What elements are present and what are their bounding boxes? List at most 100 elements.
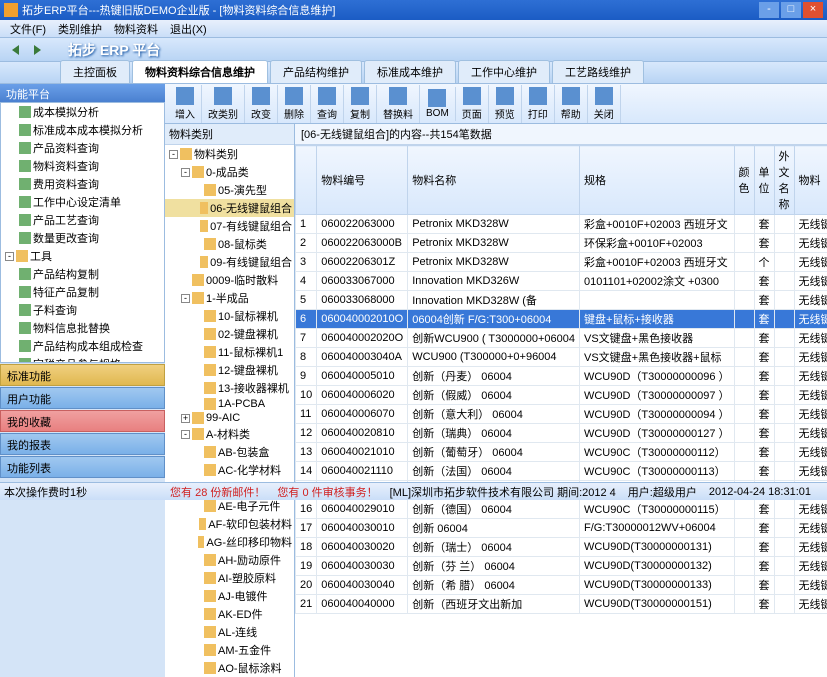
category-node[interactable]: +99-AIC [165,411,294,425]
category-node[interactable]: AF-软印包装材料 [165,515,294,533]
category-node[interactable]: AH-励动原件 [165,551,294,569]
tree-node[interactable]: 费用资料查询 [1,175,164,193]
side-tab[interactable]: 我的报表 [0,433,165,455]
table-row[interactable]: 11060040006070创新（意大利） 06004WCU90D（T30000… [296,405,827,424]
toolbar-button[interactable]: 关闭 [588,85,621,123]
tree-node[interactable]: 子料查询 [1,301,164,319]
menu-item[interactable]: 类别维护 [52,21,108,37]
table-row[interactable]: 12060040020810创新（瑞典） 06004WCU90D（T300000… [296,424,827,443]
menu-item[interactable]: 文件(F) [4,21,52,37]
tab[interactable]: 工艺路线维护 [552,60,644,83]
table-row[interactable]: 10060040006020创新（假威） 06004WCU90D（T300000… [296,386,827,405]
function-tree[interactable]: 成本模拟分析标准成本成本模拟分析产品资料查询物料资料查询费用资料查询工作中心设定… [0,102,165,363]
column-header[interactable]: 物料编号 [317,146,408,215]
table-row[interactable]: 1060022063000Petronix MKD328W彩盒+0010F+02… [296,215,827,234]
menu-item[interactable]: 退出(X) [164,21,213,37]
column-header[interactable]: 颜色 [734,146,754,215]
expand-icon[interactable]: + [181,414,190,423]
category-node[interactable]: AC-化学材料 [165,461,294,479]
category-node[interactable]: 07-有线键鼠组合 [165,217,294,235]
toolbar-button[interactable]: 帮助 [555,85,588,123]
category-node[interactable]: 05-演先型 [165,181,294,199]
category-node[interactable]: AO-鼠标涂料 [165,659,294,677]
category-node[interactable]: 02-键盘裸机 [165,325,294,343]
status-task[interactable]: 您有 0 件审核事务！ [277,484,377,500]
category-node[interactable]: AL-连线 [165,623,294,641]
toolbar-button[interactable]: BOM [420,87,456,121]
category-node[interactable]: 13-接收器裸机 [165,379,294,397]
toolbar-button[interactable]: 改类别 [202,85,245,123]
toolbar-button[interactable]: 替换料 [377,85,420,123]
tree-node[interactable]: 成本模拟分析 [1,103,164,121]
category-node[interactable]: -A-材料类 [165,425,294,443]
tab[interactable]: 工作中心维护 [458,60,550,83]
tree-node[interactable]: 标准成本成本模拟分析 [1,121,164,139]
table-row[interactable]: 7060040002020O创新WCU900 ( T3000000+06004V… [296,329,827,348]
tab[interactable]: 物料资料综合信息维护 [132,60,268,83]
table-row[interactable]: 13060040021010创新（葡萄牙） 06004WCU90C（T30000… [296,443,827,462]
column-header[interactable] [296,146,317,215]
sidebar-footer[interactable]: 功能列表 [0,456,165,478]
category-node[interactable]: 08-鼠标类 [165,235,294,253]
toolbar-button[interactable]: 预览 [489,85,522,123]
expand-icon[interactable]: - [181,294,190,303]
tree-node[interactable]: 工作中心设定清单 [1,193,164,211]
close-button[interactable]: × [803,2,823,18]
toolbar-button[interactable]: 查询 [311,85,344,123]
column-header[interactable]: 物料 [794,146,827,215]
table-row[interactable]: 8060040003040AWCU900 (T300000+0+96004VS文… [296,348,827,367]
tree-node[interactable]: 物料信息批替换 [1,319,164,337]
tab[interactable]: 产品结构维护 [270,60,362,83]
column-header[interactable]: 规格 [579,146,734,215]
toolbar-button[interactable]: 复制 [344,85,377,123]
table-row[interactable]: 21060040040000创新（西班牙文出新加WCU90D(T30000000… [296,595,827,614]
category-node[interactable]: AI-塑胶原料 [165,569,294,587]
table-row[interactable]: 306002206301ZPetronix MKD328W彩盒+0010F+02… [296,253,827,272]
toolbar-button[interactable]: 删除 [278,85,311,123]
category-tree[interactable]: 物料类别 -物料类别-0-成品类05-演先型06-无线键鼠组合07-有线键鼠组合… [165,124,295,677]
table-row[interactable]: 5060033068000Innovation MKD328W (备套无线键鼠 [296,291,827,310]
category-node[interactable]: AG-丝印移印物料 [165,533,294,551]
toolbar-button[interactable]: 页面 [456,85,489,123]
tree-node[interactable]: 产品结构成本组成检查 [1,337,164,355]
category-node[interactable]: -0-成品类 [165,163,294,181]
status-mail[interactable]: 您有 28 份新邮件！ [170,484,265,500]
category-node[interactable]: AM-五金件 [165,641,294,659]
side-tab[interactable]: 用户功能 [0,387,165,409]
tab[interactable]: 标准成本维护 [364,60,456,83]
tree-node[interactable]: 完税产品参与规格 [1,355,164,363]
tree-node[interactable]: -工具 [1,247,164,265]
table-row[interactable]: 19060040030030创新（芬 兰） 06004WCU90D(T30000… [296,557,827,576]
tree-node[interactable]: 物料资料查询 [1,157,164,175]
category-node[interactable]: 06-无线键鼠组合 [165,199,294,217]
category-node[interactable]: 11-鼠标裸机1 [165,343,294,361]
expand-icon[interactable]: - [181,168,190,177]
side-tab[interactable]: 我的收藏 [0,410,165,432]
column-header[interactable]: 物料名称 [408,146,580,215]
category-node[interactable]: 12-键盘裸机 [165,361,294,379]
table-row[interactable]: 6060040002010O06004创新 F/G:T300+06004键盘+鼠… [296,310,827,329]
minimize-button[interactable]: - [759,2,779,18]
toolbar-button[interactable]: 改变 [245,85,278,123]
maximize-button[interactable]: □ [781,2,801,18]
tree-node[interactable]: 产品工艺查询 [1,211,164,229]
menu-item[interactable]: 物料资料 [108,21,164,37]
tree-node[interactable]: 产品资料查询 [1,139,164,157]
tree-node[interactable]: 特征产品复制 [1,283,164,301]
expand-icon[interactable]: - [181,430,190,439]
table-row[interactable]: 9060040005010创新（丹麦） 06004WCU90D（T3000000… [296,367,827,386]
category-node[interactable]: 09-有线键鼠组合 [165,253,294,271]
table-row[interactable]: 2060022063000BPetronix MKD328W环保彩盒+0010F… [296,234,827,253]
table-row[interactable]: 14060040021110创新（法国） 06004WCU90C（T300000… [296,462,827,481]
table-row[interactable]: 20060040030040创新（希 腊） 06004WCU90D(T30000… [296,576,827,595]
toolbar-button[interactable]: 增入 [169,85,202,123]
tree-node[interactable]: 数量更改查询 [1,229,164,247]
column-header[interactable]: 外文名称 [774,146,794,215]
column-header[interactable]: 单位 [754,146,774,215]
tab[interactable]: 主控面板 [60,60,130,83]
table-row[interactable]: 18060040030020创新（瑞士） 06004WCU90D(T300000… [296,538,827,557]
category-node[interactable]: 1A-PCBA [165,397,294,411]
table-row[interactable]: 16060040029010创新（德国） 06004WCU90C（T300000… [296,500,827,519]
category-node[interactable]: -物料类别 [165,145,294,163]
category-node[interactable]: AB-包装盒 [165,443,294,461]
